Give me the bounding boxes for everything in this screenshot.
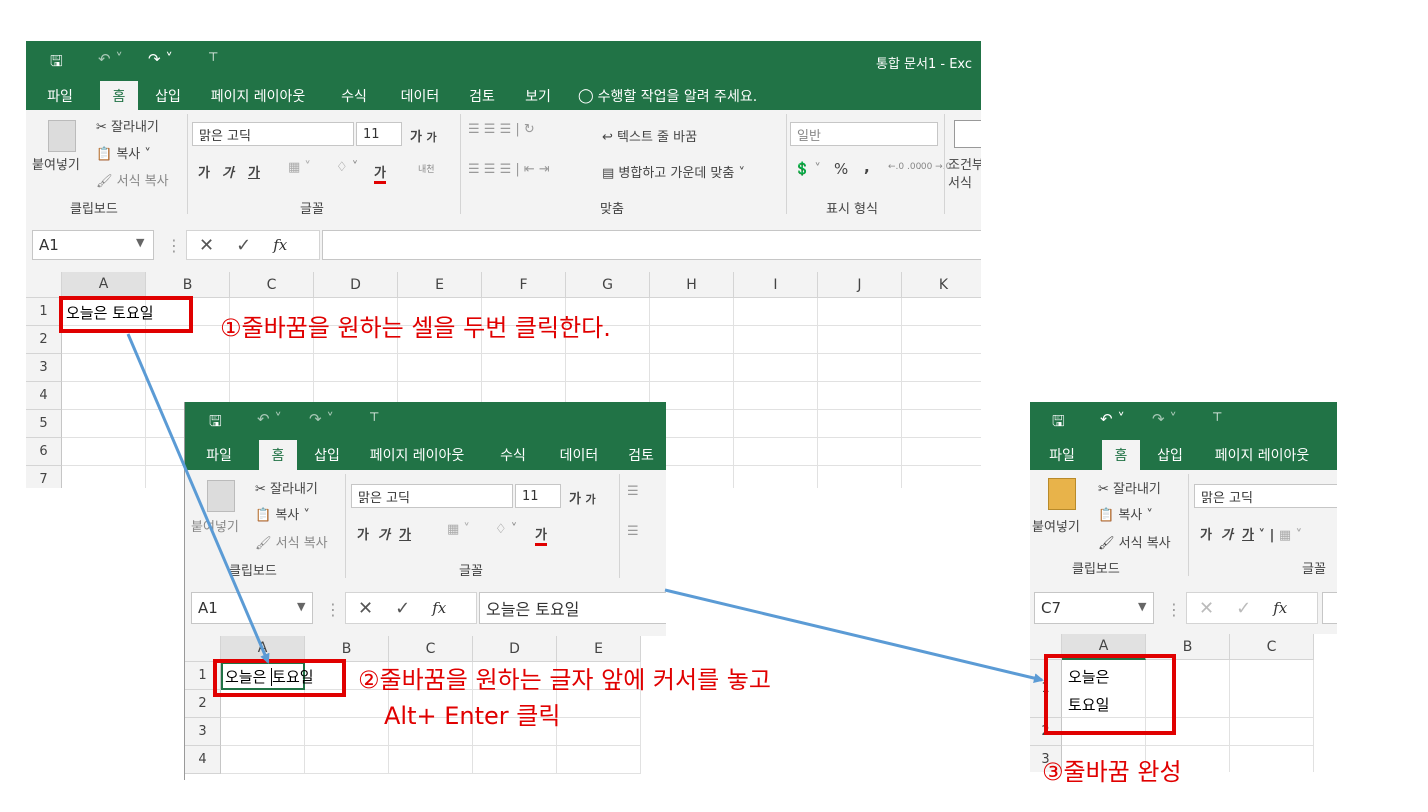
arrow-step2-to-step3	[664, 588, 1044, 684]
arrow-step1-to-step2	[126, 333, 270, 664]
flow-arrows	[126, 333, 1044, 684]
